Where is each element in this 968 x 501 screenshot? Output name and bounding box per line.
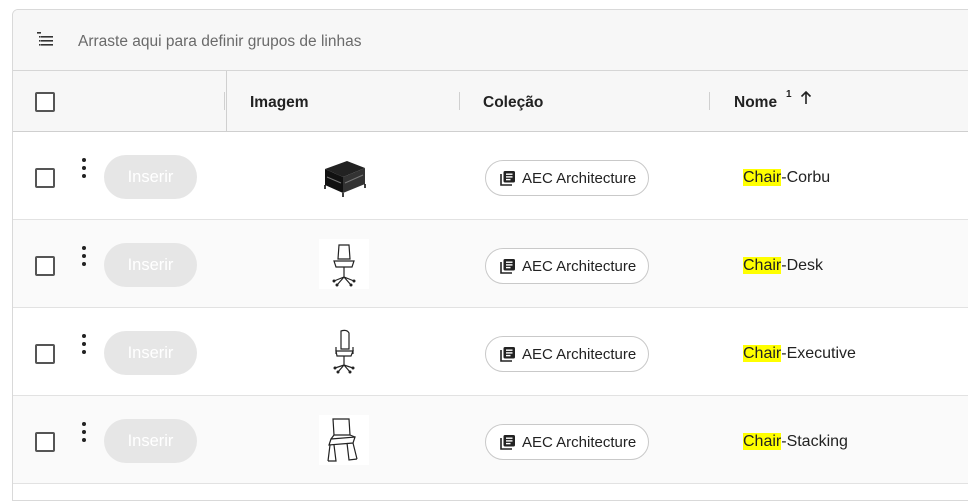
collection-chip[interactable]: AEC Architecture <box>485 336 650 372</box>
collection-library-icon <box>500 171 515 186</box>
collection-label: AEC Architecture <box>522 433 637 451</box>
select-all-checkbox[interactable] <box>35 92 55 112</box>
column-header-image[interactable]: Imagem <box>227 71 459 131</box>
collection-library-icon <box>500 259 515 274</box>
item-name: Chair-Stacking <box>743 433 848 451</box>
column-label-image: Imagem <box>250 94 309 111</box>
collection-chip[interactable]: AEC Architecture <box>485 424 650 460</box>
insert-button[interactable]: Inserir <box>104 419 197 463</box>
item-name-rest: -Stacking <box>781 433 848 450</box>
data-grid: Arraste aqui para definir grupos de linh… <box>12 9 968 501</box>
row-menu-icon[interactable] <box>81 334 87 356</box>
item-name-rest: -Executive <box>781 345 856 362</box>
row-select-checkbox[interactable] <box>35 432 55 452</box>
row-menu-icon[interactable] <box>81 158 87 180</box>
insert-button[interactable]: Inserir <box>104 155 197 199</box>
item-name-rest: -Desk <box>781 257 824 274</box>
column-header-collection[interactable]: Coleção <box>460 71 708 131</box>
table-row[interactable]: Inserir AEC Architecture Chair-Executive <box>13 308 968 396</box>
stacking-chair-icon <box>319 415 369 465</box>
collection-library-icon <box>500 347 515 362</box>
column-separator[interactable] <box>224 92 225 110</box>
collection-chip[interactable]: AEC Architecture <box>485 248 650 284</box>
table-row[interactable]: Inserir AEC Architecture Chair-Corbu <box>13 132 968 220</box>
row-select-checkbox[interactable] <box>35 168 55 188</box>
row-select-checkbox[interactable] <box>35 256 55 276</box>
collection-label: AEC Architecture <box>522 257 637 275</box>
insert-button[interactable]: Inserir <box>104 331 197 375</box>
item-name-rest: -Corbu <box>781 169 831 186</box>
row-menu-icon[interactable] <box>81 422 87 444</box>
sofa-armchair-icon <box>319 151 369 201</box>
search-match-highlight: Chair <box>743 345 782 362</box>
collection-chip[interactable]: AEC Architecture <box>485 160 650 196</box>
column-label-collection: Coleção <box>483 94 544 111</box>
sort-order-badge: 1 <box>786 89 792 100</box>
insert-button[interactable]: Inserir <box>104 243 197 287</box>
column-label-name: Nome <box>734 94 778 111</box>
table-row[interactable]: Inserir AEC Architecture Chair-Desk <box>13 220 968 308</box>
column-header-name[interactable]: Nome 1 <box>710 71 968 131</box>
collection-label: AEC Architecture <box>522 169 637 187</box>
collection-library-icon <box>500 435 515 450</box>
search-match-highlight: Chair <box>743 257 782 274</box>
group-drop-placeholder: Arraste aqui para definir grupos de linh… <box>78 33 362 50</box>
search-match-highlight: Chair <box>743 169 782 186</box>
grid-header: Imagem Coleção Nome 1 <box>13 71 968 132</box>
item-name: Chair-Desk <box>743 257 823 275</box>
desk-chair-icon <box>319 239 369 289</box>
table-row[interactable]: Inserir AEC Architecture Chair-Stacking <box>13 396 968 484</box>
item-name: Chair-Executive <box>743 345 856 363</box>
group-rows-icon <box>37 32 55 51</box>
row-group-drop-zone[interactable]: Arraste aqui para definir grupos de linh… <box>13 10 968 71</box>
row-select-checkbox[interactable] <box>35 344 55 364</box>
row-menu-icon[interactable] <box>81 246 87 268</box>
sort-ascending-icon[interactable] <box>800 90 812 110</box>
item-name: Chair-Corbu <box>743 169 830 187</box>
collection-label: AEC Architecture <box>522 345 637 363</box>
search-match-highlight: Chair <box>743 433 782 450</box>
executive-chair-icon <box>319 327 369 377</box>
